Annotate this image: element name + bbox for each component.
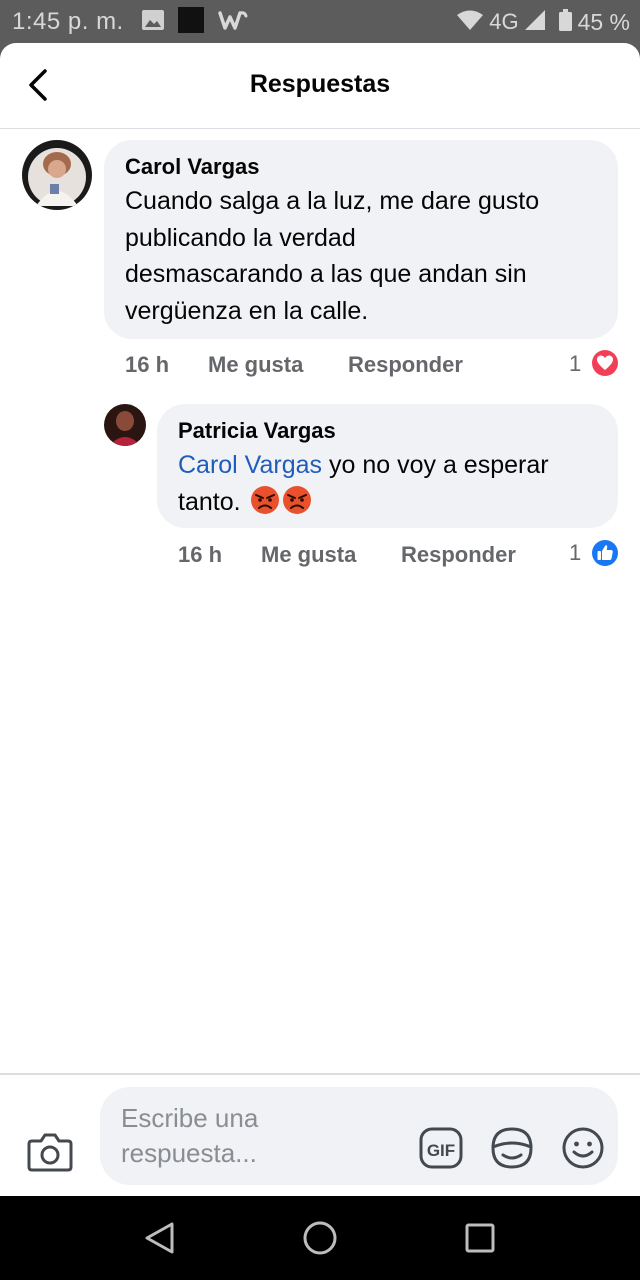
camera-icon <box>27 1133 73 1172</box>
reply-placeholder: Escribe una respuesta... <box>121 1101 321 1171</box>
comment-text: Cuando salga a la luz, me dare gusto pub… <box>125 183 605 329</box>
avatar[interactable] <box>104 404 146 446</box>
wifi-icon <box>457 10 484 35</box>
gif-icon: GIF <box>419 1127 463 1169</box>
comment-text-line: tanto. <box>178 484 608 521</box>
emoji-button[interactable] <box>560 1125 606 1171</box>
recents-square-icon <box>465 1223 495 1253</box>
reaction-count[interactable]: 1 <box>569 351 581 377</box>
system-icons: 4G 45 % <box>457 8 630 36</box>
reaction-count[interactable]: 1 <box>569 540 581 566</box>
placeholder-line: respuesta... <box>121 1138 257 1168</box>
nav-back-button[interactable] <box>138 1216 182 1260</box>
status-bar: 1:45 p. m. 4G 45 % <box>0 0 640 44</box>
comment-text-line: desmascarando a las que andan sin <box>125 260 527 288</box>
comment-text-line: publicando la verdad <box>125 223 356 252</box>
comment-text-line: Carol Vargas yo no voy a esperar <box>178 447 608 484</box>
nav-recents-button[interactable] <box>458 1216 502 1260</box>
gallery-icon <box>142 9 164 35</box>
battery-level: 45 % <box>577 8 630 35</box>
nav-home-button[interactable] <box>298 1216 342 1260</box>
back-triangle-icon <box>145 1222 174 1254</box>
battery-icon <box>558 8 572 36</box>
camera-button[interactable] <box>26 1131 74 1175</box>
comment-author[interactable]: Patricia Vargas <box>178 418 336 444</box>
comment-author[interactable]: Carol Vargas <box>125 154 260 180</box>
gif-button[interactable]: GIF <box>418 1125 464 1171</box>
reply-button[interactable]: Responder <box>348 352 463 378</box>
system-nav-bar <box>0 1196 640 1280</box>
like-button[interactable]: Me gusta <box>208 352 303 378</box>
mention-link[interactable]: Carol Vargas <box>178 451 322 479</box>
comment-text: Carol Vargas yo no voy a esperar tanto. <box>178 447 608 520</box>
emoji-icon <box>562 1127 604 1169</box>
page-title: Respuestas <box>249 70 391 98</box>
reply-input[interactable]: Escribe una respuesta... GIF <box>100 1087 618 1185</box>
network-type: 4G <box>489 9 519 34</box>
reply-composer: Escribe una respuesta... GIF <box>0 1073 640 1196</box>
reply-button[interactable]: Responder <box>401 542 516 568</box>
status-time: 1:45 p. m. <box>12 8 124 35</box>
comment-text-span: yo no voy a esperar <box>322 451 549 479</box>
comment-time: 16 h <box>125 352 170 377</box>
signal-icon <box>524 9 545 35</box>
comment-time: 16 h <box>178 542 223 567</box>
comment-bubble: Patricia Vargas Carol Vargas yo no voy a… <box>157 404 618 528</box>
love-reaction-icon[interactable] <box>589 347 621 384</box>
avatar[interactable] <box>22 140 92 210</box>
home-circle-icon <box>303 1221 337 1255</box>
placeholder-line: Escribe una <box>121 1103 259 1133</box>
like-button[interactable]: Me gusta <box>261 542 356 568</box>
sticker-button[interactable] <box>489 1125 535 1171</box>
wattpad-icon <box>218 9 248 36</box>
square-icon <box>178 6 204 38</box>
like-reaction-icon[interactable] <box>589 537 621 574</box>
comment-bubble: Carol Vargas Cuando salga a la luz, me d… <box>104 140 618 339</box>
gif-label: GIF <box>427 1141 455 1160</box>
sticker-icon <box>491 1127 533 1169</box>
header: Respuestas <box>0 43 640 129</box>
replies-sheet: Respuestas Carol Vargas Cuando salga a l… <box>0 43 640 1196</box>
comment-text-line: vergüenza en la calle. <box>125 296 369 325</box>
angry-face-emoji <box>250 485 280 515</box>
notification-icons <box>142 6 248 38</box>
comment-text-span: tanto. <box>178 487 241 516</box>
comment-text-line: Cuando salga a la luz, me dare gusto <box>125 187 540 215</box>
angry-face-emoji <box>282 485 312 515</box>
